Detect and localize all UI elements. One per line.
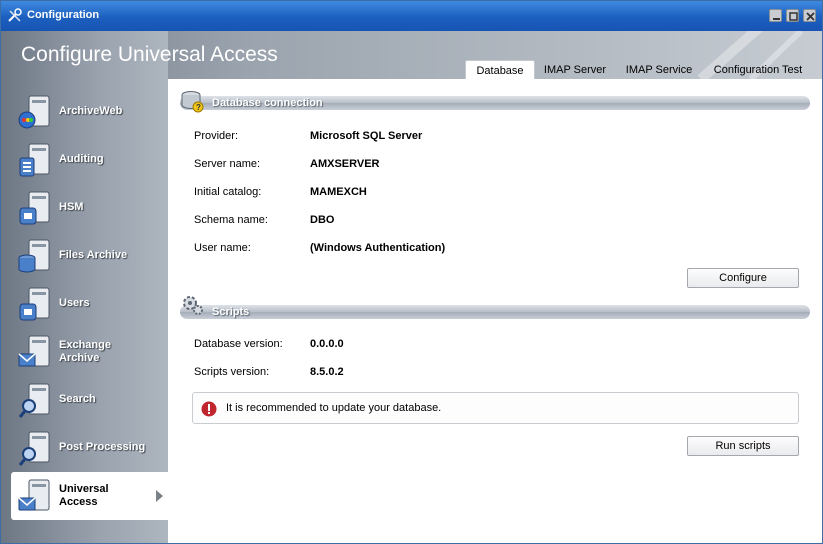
scripts-version-label: Scripts version: (194, 366, 270, 378)
section-title: Scripts (212, 306, 250, 318)
sidebar-item-label: Post Processing (59, 441, 146, 453)
content-panel: Database connection ? Provider: Microsof… (168, 79, 822, 543)
files-archive-icon (18, 239, 50, 273)
close-button[interactable] (803, 9, 816, 22)
server-name-label: Server name: (194, 158, 261, 170)
update-notice: It is recommended to update your databas… (192, 392, 799, 424)
sidebar-item-universal-access[interactable]: Universal Access (11, 472, 168, 520)
search-icon (18, 383, 50, 418)
sidebar-item-label: Universal Access (59, 483, 109, 508)
user-name-label: User name: (194, 242, 251, 254)
database-icon: ? (181, 91, 204, 113)
sidebar-item-archiveweb[interactable]: ArchiveWeb (11, 88, 168, 136)
scripts-header: Scripts (180, 305, 810, 319)
section-title: Database connection (212, 97, 323, 109)
title-bar[interactable]: Configuration (1, 1, 822, 31)
provider-label: Provider: (194, 130, 239, 142)
selected-arrow-icon (156, 490, 163, 502)
sidebar-item-hsm[interactable]: HSM (11, 184, 168, 232)
sidebar-item-label: ArchiveWeb (59, 105, 123, 117)
tab-imap-server[interactable]: IMAP Server (537, 60, 613, 80)
scripts-version-value: 8.5.0.2 (310, 366, 344, 378)
svg-text:?: ? (196, 103, 201, 112)
configure-button[interactable]: Configure (687, 268, 799, 288)
archiveweb-icon (18, 95, 50, 129)
auditing-icon (19, 143, 50, 177)
warning-icon (201, 401, 217, 417)
sidebar-item-label: HSM (59, 201, 84, 213)
sidebar-item-search[interactable]: Search (11, 376, 168, 424)
sidebar-item-users[interactable]: Users (11, 280, 168, 328)
schema-name-value: DBO (310, 214, 335, 226)
tab-imap-service[interactable]: IMAP Service (617, 60, 701, 80)
sidebar-item-label: Users (59, 297, 90, 309)
minimize-button[interactable] (769, 9, 782, 22)
universal-access-icon (18, 479, 50, 511)
sidebar-item-label: Files Archive (59, 249, 128, 261)
sidebar-item-post-processing[interactable]: Post Processing (11, 424, 168, 472)
post-processing-icon (18, 431, 50, 466)
users-icon (19, 287, 50, 321)
sidebar-item-label: Search (59, 393, 96, 405)
server-name-value: AMXSERVER (310, 158, 380, 170)
user-name-value: (Windows Authentication) (310, 242, 446, 254)
page-title: Configure Universal Access (21, 43, 278, 66)
tab-database[interactable]: Database (465, 60, 535, 80)
window-title: Configuration (27, 9, 100, 21)
database-version-label: Database version: (194, 338, 283, 350)
sidebar-item-label: Exchange Archive (59, 339, 111, 364)
run-scripts-button[interactable]: Run scripts (687, 436, 799, 456)
sidebar-item-exchange-archive[interactable]: Exchange Archive (11, 328, 168, 376)
maximize-button[interactable] (786, 9, 799, 22)
hsm-icon (19, 191, 50, 225)
database-version-value: 0.0.0.0 (310, 338, 344, 350)
sidebar-item-label: Auditing (59, 153, 104, 165)
gears-icon (183, 296, 203, 315)
schema-name-label: Schema name: (194, 214, 268, 226)
configuration-window: Configuration Configure Universal Access… (0, 0, 823, 544)
exchange-archive-icon (18, 335, 50, 367)
notice-text: It is recommended to update your databas… (226, 402, 442, 414)
initial-catalog-label: Initial catalog: (194, 186, 262, 198)
initial-catalog-value: MAMEXCH (310, 186, 367, 198)
provider-value: Microsoft SQL Server (310, 130, 423, 142)
tab-configuration-test[interactable]: Configuration Test (705, 60, 811, 80)
tools-icon (7, 8, 23, 24)
sidebar-item-auditing[interactable]: Auditing (11, 136, 168, 184)
sidebar-item-files-archive[interactable]: Files Archive (11, 232, 168, 280)
database-connection-header: Database connection (180, 96, 810, 110)
